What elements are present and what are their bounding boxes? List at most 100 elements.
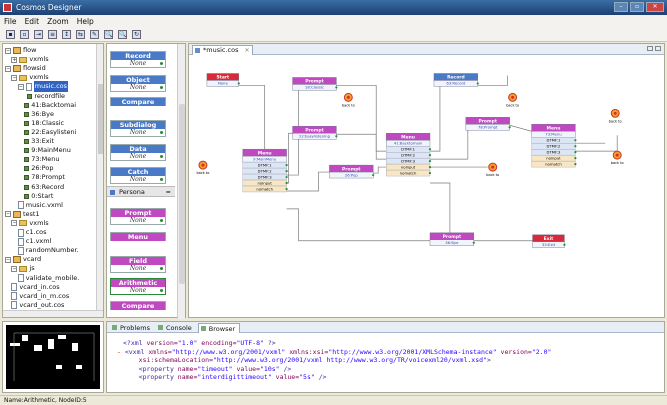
palette-item-field[interactable]: Field None — [110, 256, 166, 273]
connect-icon[interactable]: ⇥ — [34, 30, 43, 39]
maximize-button[interactable]: ▫ — [630, 2, 644, 12]
arrange-vertical-icon[interactable]: ↕ — [62, 30, 71, 39]
terminal-label: back to — [342, 103, 355, 107]
palette-item-object[interactable]: Object None — [110, 75, 166, 92]
expand-toggle-icon[interactable]: + — [11, 56, 18, 63]
expand-toggle-icon[interactable]: − — [11, 220, 18, 227]
palette-item-title: Compare — [111, 98, 165, 106]
connector-line — [336, 133, 387, 160]
file-icon — [11, 301, 18, 310]
refresh-icon[interactable]: ↻ — [132, 30, 141, 39]
node-row-label: nomatch — [256, 186, 273, 191]
menu-file[interactable]: File — [4, 15, 17, 28]
code-token: value= — [236, 364, 260, 373]
palette-scrollbar[interactable] — [177, 44, 185, 319]
palette-item-title: Field — [111, 257, 165, 265]
palette-item-subdialog[interactable]: Subdialog None — [110, 120, 166, 137]
code-token: xsi:schemaLocation= — [123, 356, 214, 364]
navigator-vertical-scrollbar[interactable] — [96, 44, 103, 317]
expand-toggle-icon[interactable]: − — [5, 65, 11, 72]
folder-icon — [19, 265, 28, 272]
node-icon — [24, 139, 30, 144]
code-token: /> — [283, 364, 292, 373]
tab-console[interactable]: Console — [156, 323, 196, 333]
palette-item-sub: None — [111, 176, 165, 184]
code-token: version= — [146, 339, 178, 347]
node-port — [285, 187, 288, 191]
node-subtitle: 9:MainMenu — [253, 156, 277, 161]
menu-bar: File Edit Zoom Help — [0, 15, 667, 28]
outline-view — [2, 321, 104, 393]
palette-item-data[interactable]: Data None — [110, 144, 166, 161]
node-subtitle: 26:Pop — [345, 172, 359, 177]
palette-item-record[interactable]: Record None — [110, 51, 166, 68]
persona-toggle-icon[interactable]: ≈ — [166, 187, 171, 198]
node-icon — [24, 193, 30, 199]
new-icon[interactable]: ▫ — [20, 30, 29, 39]
palette-item-prompt[interactable]: Prompt None — [110, 208, 166, 225]
connector-line — [286, 132, 293, 184]
node-port — [372, 173, 375, 177]
node-subtitle: 33:Exit — [542, 242, 556, 247]
expand-toggle-icon[interactable]: − — [5, 47, 11, 54]
save-icon[interactable]: ▪ — [6, 30, 15, 39]
menu-edit[interactable]: Edit — [25, 15, 40, 28]
minimize-view-icon[interactable] — [647, 46, 653, 51]
expand-toggle-icon[interactable]: − — [11, 74, 18, 81]
expand-toggle-icon[interactable]: − — [17, 83, 24, 90]
node-row-label: nomatch — [400, 170, 417, 175]
maximize-view-icon[interactable] — [655, 46, 661, 51]
palette-item-title: Catch — [111, 168, 165, 176]
node-row-label: DTMF:2 — [546, 143, 561, 148]
palette-scroll-thumb[interactable] — [179, 104, 185, 284]
node-subtitle: 78:Prompt — [478, 125, 498, 130]
palette-item-compare[interactable]: Compare — [110, 97, 166, 106]
node-port — [563, 243, 566, 246]
tab-problems[interactable]: Problems — [110, 323, 154, 333]
persona-section[interactable]: Persona ≈ — [107, 186, 175, 197]
menu-help[interactable]: Help — [77, 15, 94, 28]
tab-browser[interactable]: Browser — [197, 323, 241, 333]
editor-tabbar: *music.cos ✕ — [189, 44, 664, 55]
zoom-out-icon[interactable]: 🔍 — [118, 30, 127, 39]
code-token: xmlns:xsi= — [289, 347, 329, 356]
tab-music-cos[interactable]: *music.cos ✕ — [192, 45, 254, 55]
folder-icon — [19, 74, 28, 81]
folder-icon — [19, 56, 28, 63]
flow-diagram[interactable]: back to back to back to back to back to back … — [189, 55, 664, 319]
code-token: xmlns= — [148, 347, 172, 356]
node-icon — [24, 102, 30, 108]
menu-zoom[interactable]: Zoom — [47, 15, 69, 28]
palette-item-arithmetic[interactable]: Arithmetic None — [110, 278, 166, 295]
minimize-button[interactable]: – — [614, 2, 628, 12]
code-token: "10s" — [260, 364, 284, 373]
expand-toggle-icon[interactable]: − — [5, 256, 11, 263]
expand-toggle-icon[interactable]: − — [5, 211, 11, 218]
terminal-dot — [346, 95, 350, 99]
terminal-label: back to — [197, 171, 210, 175]
tab-close-icon[interactable]: ✕ — [244, 46, 249, 55]
code-token: "interdigittimeout" — [197, 373, 276, 381]
connector-line — [429, 182, 451, 233]
outline-thumbnail[interactable] — [6, 325, 100, 389]
arrange-horizontal-icon[interactable]: ⇆ — [76, 30, 85, 39]
expand-toggle-icon[interactable]: − — [11, 265, 18, 272]
align-icon[interactable]: ≡ — [48, 30, 57, 39]
node-palette: Record None Object None Compare Subdialog None… — [106, 43, 186, 319]
close-button[interactable]: ✕ — [646, 2, 664, 12]
terminal-dot — [491, 165, 495, 169]
code-token: "UTF-8" — [236, 339, 268, 347]
palette-item-compare[interactable]: Compare — [110, 301, 166, 310]
zoom-in-icon[interactable]: 🔍 — [104, 30, 113, 39]
edit-icon[interactable]: ✎ — [90, 30, 99, 39]
palette-item-catch[interactable]: Catch None — [110, 167, 166, 184]
node-subtitle: 18:Classic — [305, 85, 324, 90]
node-icon — [24, 166, 30, 172]
navigator-horizontal-scrollbar[interactable] — [3, 310, 103, 317]
fold-marker-icon[interactable]: - — [117, 348, 125, 356]
terminal-label: back to — [609, 119, 622, 123]
scroll-thumb[interactable] — [98, 84, 103, 154]
palette-item-menu[interactable]: Menu — [110, 232, 166, 241]
node-port — [574, 139, 577, 142]
node-row-label: DTMF:2 — [258, 168, 273, 173]
